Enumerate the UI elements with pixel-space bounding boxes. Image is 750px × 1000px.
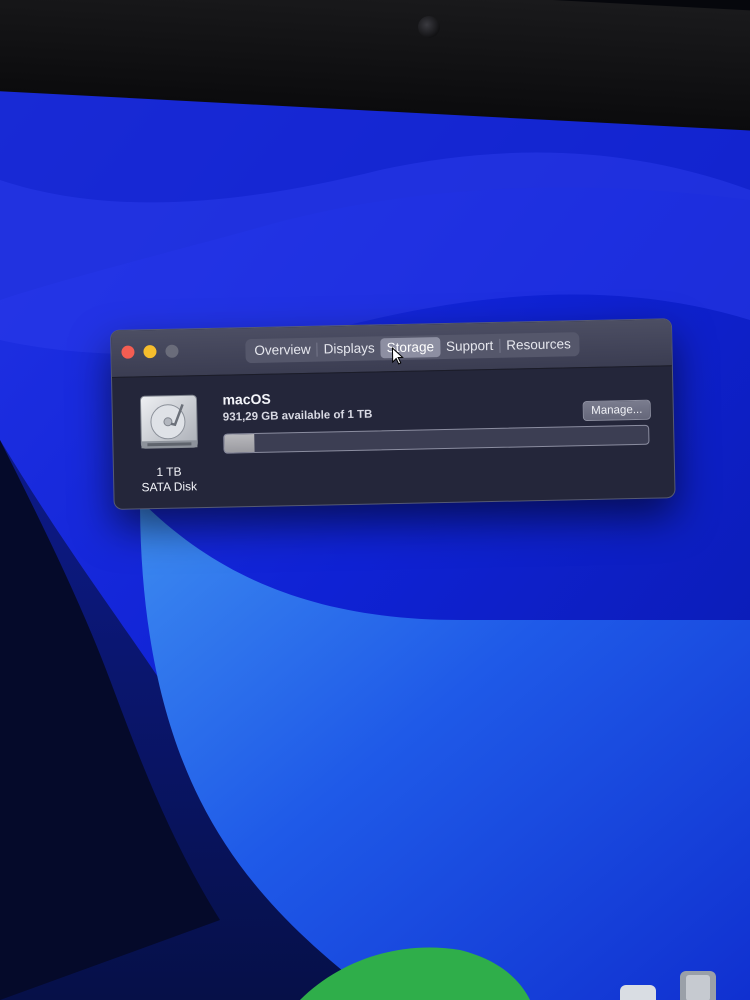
close-window-button[interactable] — [121, 345, 135, 359]
storage-pane: 1 TB SATA Disk macOS 931,29 GB available… — [112, 366, 675, 509]
tab-overview[interactable]: Overview — [248, 340, 317, 361]
dock-partial — [620, 971, 716, 1000]
photo-scene: Overview Displays Storage Support Resour… — [0, 0, 750, 1000]
desktop-wallpaper — [0, 60, 750, 1000]
volume-name: macOS — [222, 390, 271, 408]
zoom-window-button[interactable] — [165, 344, 179, 358]
storage-used-segment — [224, 434, 255, 453]
tab-support[interactable]: Support — [440, 336, 500, 357]
disk-type-label: SATA Disk — [141, 479, 198, 495]
storage-usage-bar — [223, 424, 650, 454]
tab-displays[interactable]: Displays — [318, 338, 381, 359]
volume-available-text: 931,29 GB available of 1 TB — [222, 408, 373, 424]
tab-storage[interactable]: Storage — [380, 337, 441, 359]
disk-caption: 1 TB SATA Disk — [124, 464, 215, 496]
hard-drive-icon — [139, 394, 198, 449]
manage-button[interactable]: Manage... — [582, 399, 651, 422]
minimize-window-button[interactable] — [143, 345, 157, 359]
mouse-pointer-icon — [391, 346, 404, 365]
webcam — [418, 16, 440, 38]
about-this-mac-window: Overview Displays Storage Support Resour… — [110, 318, 676, 510]
tab-resources[interactable]: Resources — [500, 334, 577, 356]
tab-bar: Overview Displays Storage Support Resour… — [245, 332, 581, 364]
